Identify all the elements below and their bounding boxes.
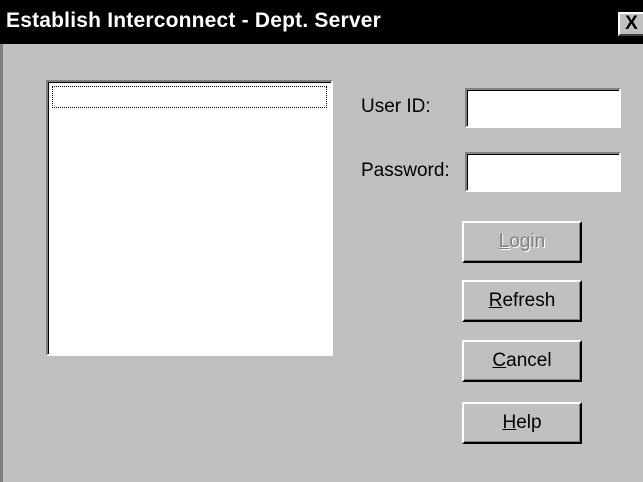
password-input[interactable] bbox=[465, 152, 621, 192]
cancel-mnemonic: C bbox=[492, 350, 507, 371]
login-label: ogin bbox=[509, 231, 546, 252]
password-label: Password: bbox=[361, 160, 450, 181]
cancel-label: ancel bbox=[506, 350, 552, 371]
close-button[interactable]: X bbox=[618, 12, 643, 36]
login-button[interactable]: Login bbox=[462, 221, 582, 263]
refresh-button[interactable]: Refresh bbox=[462, 280, 582, 322]
userid-label: User ID: bbox=[361, 96, 431, 117]
help-button[interactable]: Help bbox=[462, 402, 582, 444]
cancel-button[interactable]: Cancel bbox=[462, 340, 582, 382]
list-focus-item[interactable] bbox=[52, 86, 327, 108]
login-dialog: Establish Interconnect - Dept. Server X … bbox=[0, 0, 643, 482]
window-title: Establish Interconnect - Dept. Server bbox=[6, 9, 382, 32]
userid-input[interactable] bbox=[465, 88, 621, 128]
refresh-mnemonic: R bbox=[488, 290, 503, 311]
close-icon: X bbox=[625, 13, 638, 34]
server-listbox[interactable] bbox=[46, 80, 333, 356]
help-mnemonic: H bbox=[502, 412, 517, 433]
help-label: elp bbox=[516, 412, 542, 433]
title-bar[interactable]: Establish Interconnect - Dept. Server X bbox=[0, 0, 643, 44]
window-border bbox=[0, 44, 3, 482]
login-mnemonic: L bbox=[498, 231, 510, 252]
refresh-label: efresh bbox=[502, 290, 556, 311]
